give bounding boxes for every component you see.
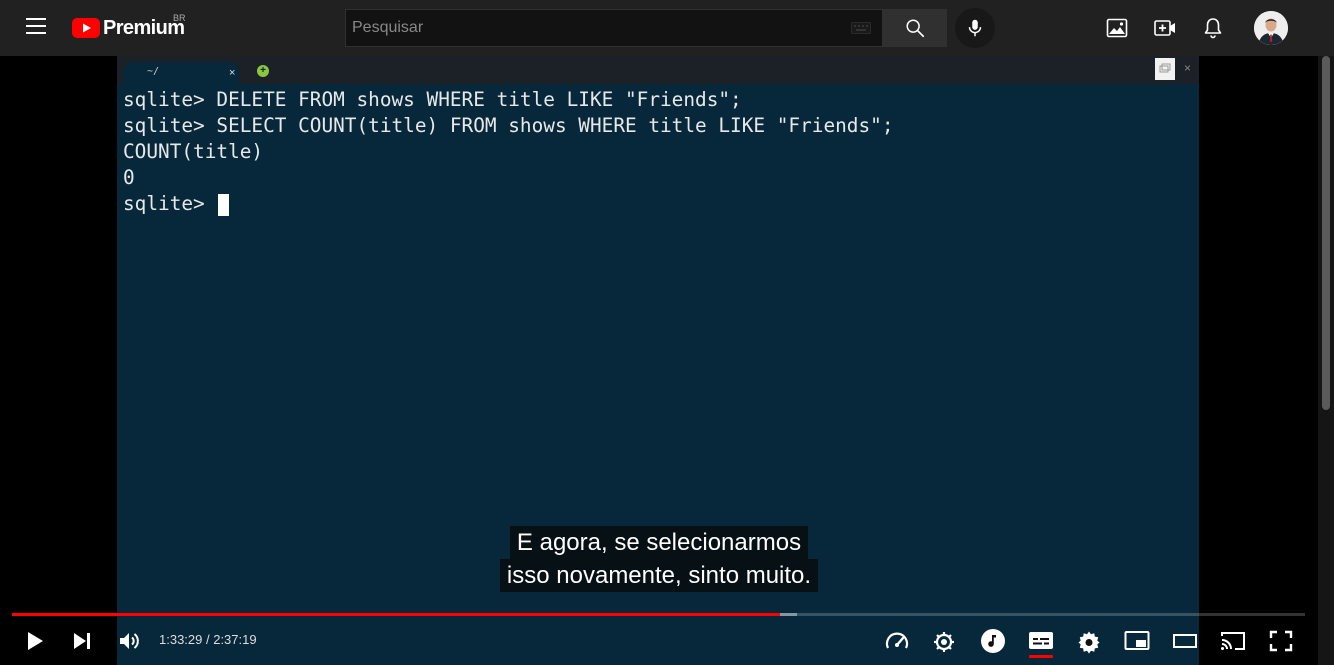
avatar-image xyxy=(1254,11,1288,45)
theater-icon[interactable] xyxy=(1172,630,1198,652)
terminal-close-icon[interactable]: × xyxy=(1184,61,1191,75)
caption-line-1: E agora, se selecionarmos xyxy=(509,526,809,559)
search-box xyxy=(345,9,883,47)
new-tab-icon[interactable]: + xyxy=(257,65,269,77)
mic-icon xyxy=(968,19,982,37)
terminal-tab-label: ~/ xyxy=(147,66,160,77)
next-icon[interactable] xyxy=(71,630,93,652)
terminal-line: sqlite> SELECT COUNT(title) FROM shows W… xyxy=(123,114,894,137)
search-input[interactable] xyxy=(346,10,832,46)
image-icon[interactable] xyxy=(1105,16,1129,40)
terminal-tab[interactable]: ~/ × xyxy=(123,62,239,84)
time-display: 1:33:29 / 2:37:19 xyxy=(159,632,257,647)
video-player[interactable]: ~/ × + × sqlite> DELETE FROM shows WHERE… xyxy=(0,56,1318,665)
fullscreen-icon[interactable] xyxy=(1269,630,1293,652)
menu-icon[interactable] xyxy=(26,18,46,36)
terminal-prompt-line: sqlite> xyxy=(123,191,230,217)
tab-close-icon[interactable]: × xyxy=(229,68,235,79)
progress-played xyxy=(12,613,781,616)
speed-icon[interactable] xyxy=(884,629,910,655)
caption-line-2: isso novamente, sinto muito. xyxy=(499,559,819,592)
miniplayer-icon[interactable] xyxy=(1124,630,1150,652)
search-icon xyxy=(906,19,925,38)
avatar[interactable] xyxy=(1254,11,1288,45)
settings-gear-icon[interactable] xyxy=(1077,630,1101,654)
music-icon[interactable] xyxy=(980,628,1006,654)
terminal-restore-icon[interactable] xyxy=(1155,58,1175,80)
cast-icon[interactable] xyxy=(1219,629,1247,653)
captions: E agora, se selecionarmos isso novamente… xyxy=(0,526,1318,592)
terminal-line: sqlite> DELETE FROM shows WHERE title LI… xyxy=(123,88,742,111)
terminal-cursor xyxy=(218,193,230,216)
scrollbar-thumb[interactable] xyxy=(1322,56,1330,410)
bell-icon[interactable] xyxy=(1201,16,1225,40)
terminal-line: COUNT(title) xyxy=(123,140,264,163)
page-scrollbar[interactable] xyxy=(1318,56,1334,665)
search-button[interactable] xyxy=(883,9,947,47)
subtitles-active-indicator xyxy=(1029,655,1053,658)
play-icon[interactable] xyxy=(24,630,46,652)
volume-icon[interactable] xyxy=(117,629,141,653)
subtitles-icon[interactable] xyxy=(1028,629,1054,653)
country-code: BR xyxy=(173,13,186,23)
terminal-tab-bar: ~/ × + × xyxy=(117,56,1199,84)
top-bar: Premium BR xyxy=(0,0,1334,56)
create-video-icon[interactable] xyxy=(1153,16,1177,40)
progress-bar[interactable] xyxy=(12,613,1305,616)
terminal-prompt: sqlite> xyxy=(123,192,217,215)
settings-icon[interactable] xyxy=(932,630,956,654)
youtube-logo-icon xyxy=(72,18,100,38)
voice-search-button[interactable] xyxy=(955,8,995,48)
terminal-line: 0 xyxy=(123,166,135,189)
keyboard-icon[interactable] xyxy=(851,22,871,34)
youtube-premium-logo[interactable]: Premium xyxy=(72,16,185,40)
